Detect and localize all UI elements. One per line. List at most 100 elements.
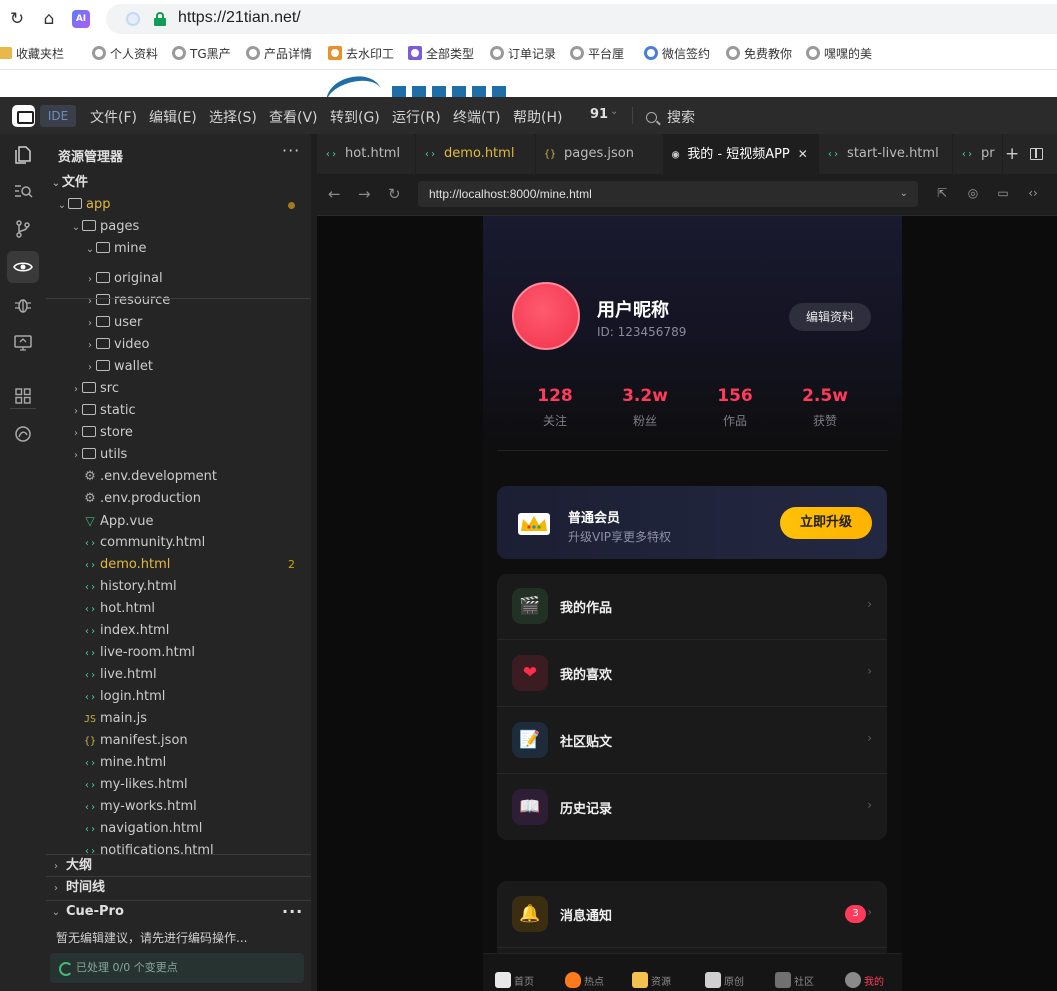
tree-folder[interactable]: › wallet [46, 356, 311, 378]
address-bar[interactable]: https://21tian.net/ [106, 4, 1057, 34]
preview-url-input[interactable]: http://localhost:8000/mine.html ⌄ [418, 181, 918, 207]
menu-view[interactable]: 查看(V) [269, 107, 318, 127]
tree-file[interactable]: JS main.js [46, 708, 311, 730]
bookmark-item[interactable]: 去水印工 [328, 46, 394, 62]
editor-tab[interactable]: ‹› start-live.html [819, 134, 953, 174]
tree-folder[interactable]: › original [46, 268, 311, 290]
ai-assistant-icon[interactable] [7, 418, 39, 450]
nav-mine[interactable]: 我的 [845, 972, 884, 988]
tree-file[interactable]: ⚙ .env.production [46, 488, 311, 510]
chevron-down-icon[interactable]: ⌄ [900, 181, 908, 207]
cue-pro-section[interactable]: ⌄ Cue-Pro ··· [46, 900, 311, 922]
tree-folder[interactable]: › src [46, 378, 311, 400]
source-control-icon[interactable] [7, 213, 39, 245]
tree-folder[interactable]: › store [46, 422, 311, 444]
nav-original[interactable]: 原创 [705, 972, 744, 988]
tree-file[interactable]: ‹› mine.html [46, 752, 311, 774]
tree-folder[interactable]: › utils [46, 444, 311, 466]
tree-file[interactable]: ‹› my-likes.html [46, 774, 311, 796]
tree-file[interactable]: ‹› my-works.html [46, 796, 311, 818]
preview-eye-icon[interactable] [7, 251, 39, 283]
ide-tag[interactable]: IDE [40, 105, 76, 127]
menu-row[interactable]: 🎬 我的作品 › [497, 574, 887, 640]
tree-folder[interactable]: › user [46, 312, 311, 334]
nav-resource[interactable]: 资源 [632, 972, 671, 988]
vip-card[interactable]: 普通会员 升级VIP享更多特权 立即升级 [497, 486, 887, 559]
stat-likes[interactable]: 2.5w 获赞 [780, 386, 870, 429]
bookmark-item[interactable]: 微信签约 [644, 46, 710, 62]
inspect-pointer-icon[interactable]: ⇱ [935, 186, 949, 200]
tree-file[interactable]: ‹› community.html [46, 532, 311, 554]
back-arrow-icon[interactable]: ← [328, 185, 341, 203]
extensions-icon[interactable] [7, 380, 39, 412]
new-tab-icon[interactable]: + [1005, 144, 1019, 164]
nav-hot[interactable]: 热点 [565, 972, 604, 988]
editor-tab[interactable]: ◉ 我的 - 短视频APP ✕ [664, 134, 819, 174]
tree-section-files[interactable]: ⌄ 文件 [46, 172, 311, 194]
stat-followers[interactable]: 3.2w 粉丝 [600, 386, 690, 429]
code-view-icon[interactable]: ‹› [1026, 186, 1040, 200]
refresh-icon[interactable]: ↻ [388, 185, 401, 203]
forward-arrow-icon[interactable]: → [358, 185, 371, 203]
menu-edit[interactable]: 编辑(E) [149, 107, 197, 127]
menu-help[interactable]: 帮助(H) [513, 107, 562, 127]
bookmark-item[interactable]: 个人资料 [92, 46, 158, 62]
more-actions-icon[interactable]: ··· [282, 901, 303, 923]
debug-icon[interactable] [7, 289, 39, 321]
menu-goto[interactable]: 转到(G) [330, 107, 380, 127]
site-info-icon[interactable] [126, 12, 140, 26]
command-search[interactable]: 搜索 [646, 107, 695, 127]
nav-community[interactable]: 社区 [775, 972, 814, 988]
editor-tab[interactable]: ‹› pr [953, 134, 1003, 174]
split-editor-icon[interactable] [1030, 148, 1043, 160]
tree-folder[interactable]: › resource [46, 290, 311, 312]
tree-folder[interactable]: › static [46, 400, 311, 422]
editor-tab[interactable]: ‹› demo.html [416, 134, 536, 174]
tree-file[interactable]: ‹› navigation.html [46, 818, 311, 840]
reload-icon[interactable]: ↻ [6, 8, 28, 30]
bookmark-item[interactable]: 嘿嘿的美 [806, 46, 872, 62]
tree-file[interactable]: ‹› hot.html [46, 598, 311, 620]
tree-file[interactable]: ⚙ .env.development [46, 466, 311, 488]
chevron-down-icon[interactable]: ⌄ [610, 106, 618, 117]
cue-status-badge[interactable]: 已处理 0/0 个变更点 [50, 953, 304, 983]
stat-following[interactable]: 128 关注 [510, 386, 600, 429]
stat-works[interactable]: 156 作品 [690, 386, 780, 429]
ai-extension-icon[interactable]: AI [72, 10, 90, 28]
explorer-icon[interactable] [7, 139, 39, 171]
avatar[interactable] [512, 282, 580, 350]
bookmark-item[interactable]: 产品详情 [246, 46, 312, 62]
menu-file[interactable]: 文件(F) [90, 107, 137, 127]
url-text[interactable]: https://21tian.net/ [178, 9, 301, 27]
tree-folder[interactable]: ⌄ mine [46, 238, 311, 260]
nav-home[interactable]: 首页 [495, 972, 534, 988]
menu-terminal[interactable]: 终端(T) [453, 107, 500, 127]
upgrade-button[interactable]: 立即升级 [780, 507, 872, 539]
bookmark-item[interactable]: 平台厘 [570, 46, 624, 62]
menu-run[interactable]: 运行(R) [392, 107, 441, 127]
tree-file[interactable]: ‹› demo.html 2 [46, 554, 311, 576]
tree-file[interactable]: ▽ App.vue [46, 510, 311, 532]
bookmark-favorites-bar[interactable]: 收藏夹栏 [0, 46, 64, 62]
target-icon[interactable]: ◎ [966, 186, 980, 200]
tree-file[interactable]: ‹› history.html [46, 576, 311, 598]
menu-selection[interactable]: 选择(S) [209, 107, 257, 127]
device-icon[interactable]: ▭ [996, 186, 1010, 200]
menu-row[interactable]: 📖 历史记录 › [497, 774, 887, 840]
edit-profile-button[interactable]: 编辑资料 [789, 303, 871, 331]
more-actions-icon[interactable]: ··· [282, 141, 300, 160]
menu-row-notifications[interactable]: 🔔 消息通知 3 › [497, 881, 887, 948]
close-icon[interactable]: ✕ [798, 147, 808, 161]
remote-display-icon[interactable] [7, 327, 39, 359]
timeline-section[interactable]: › 时间线 [46, 876, 311, 898]
workspace-number[interactable]: 91 [590, 107, 608, 122]
tree-file[interactable]: ‹› live-room.html [46, 642, 311, 664]
home-icon[interactable]: ⌂ [38, 8, 60, 30]
tree-folder[interactable]: ⌄ pages [46, 216, 311, 238]
tree-file[interactable]: {} manifest.json [46, 730, 311, 752]
menu-row[interactable]: ❤ 我的喜欢 › [497, 640, 887, 707]
tree-folder[interactable]: ⌄ app [46, 194, 311, 216]
editor-tab[interactable]: ‹› hot.html [317, 134, 416, 174]
editor-tab[interactable]: {} pages.json [536, 134, 664, 174]
search-files-icon[interactable] [7, 175, 39, 207]
